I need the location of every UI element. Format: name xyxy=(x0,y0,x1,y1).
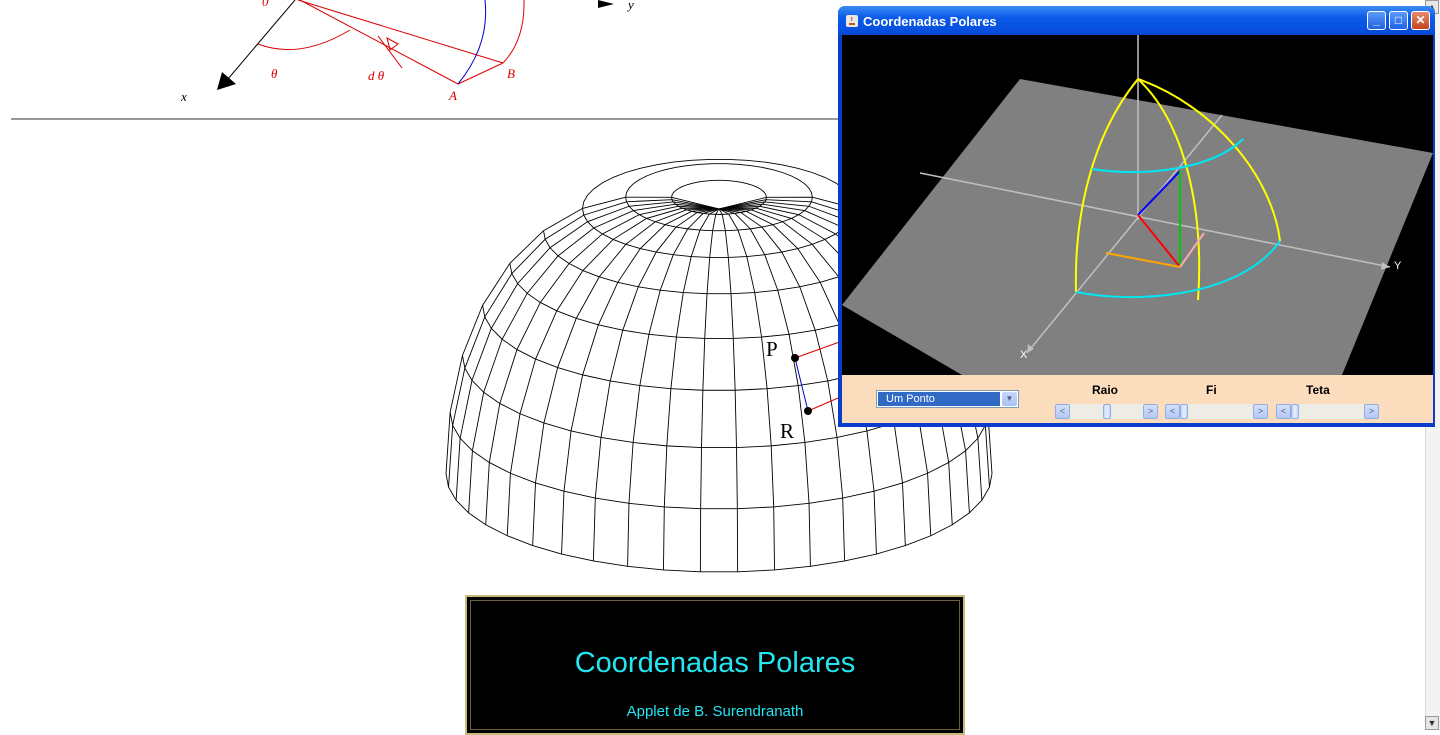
slider-teta[interactable]: < > xyxy=(1276,404,1379,419)
hemisphere-meridian xyxy=(718,208,811,567)
banner-subtitle: Applet de B. Surendranath xyxy=(626,703,804,720)
point-r xyxy=(804,407,812,415)
scroll-left-icon[interactable]: < xyxy=(1165,404,1180,419)
scroll-left-icon[interactable]: < xyxy=(1055,404,1070,419)
hemisphere-parallel xyxy=(671,197,767,215)
hemisphere-meridian xyxy=(592,208,720,561)
mode-dropdown-value: Um Ponto xyxy=(878,392,1000,406)
banner-title: Coordenadas Polares xyxy=(574,647,856,679)
java-applet-window: Coordenadas Polares _ □ ✕ Y X Um Ponto ▼… xyxy=(838,6,1435,427)
slider-thumb[interactable] xyxy=(1102,404,1111,419)
hemisphere-meridian xyxy=(448,199,720,488)
minimize-icon[interactable]: _ xyxy=(1367,11,1386,30)
slider-thumb[interactable] xyxy=(1180,404,1188,419)
java-cup-icon xyxy=(846,15,858,27)
hemisphere-meridian xyxy=(506,207,720,536)
hemisphere-parallel xyxy=(445,473,993,573)
slider-fi[interactable]: < > xyxy=(1165,404,1268,419)
hemisphere-meridian xyxy=(445,196,720,474)
slider-thumb[interactable] xyxy=(1291,404,1299,419)
hemisphere-back-parallel xyxy=(671,179,767,198)
axis-label-y: Y xyxy=(1394,260,1402,272)
polar-3d-canvas[interactable]: Y X xyxy=(842,35,1433,375)
scroll-right-icon[interactable]: > xyxy=(1143,404,1158,419)
slider-label-teta: Teta xyxy=(1306,383,1330,397)
scroll-right-icon[interactable]: > xyxy=(1364,404,1379,419)
axis-label-x: X xyxy=(1020,349,1028,361)
mode-dropdown[interactable]: Um Ponto ▼ xyxy=(876,390,1019,408)
label-p: P xyxy=(766,337,778,361)
scroll-left-icon[interactable]: < xyxy=(1276,404,1291,419)
applet-banner: Coordenadas Polares Applet de B. Surendr… xyxy=(465,595,965,735)
control-panel: Um Ponto ▼ Raio < > Fi < > Teta < > xyxy=(842,375,1433,423)
slider-label-fi: Fi xyxy=(1206,383,1217,397)
window-titlebar[interactable]: Coordenadas Polares _ □ ✕ xyxy=(838,6,1435,36)
scroll-down-arrow-icon[interactable]: ▼ xyxy=(1425,716,1439,730)
window-title: Coordenadas Polares xyxy=(863,14,997,29)
label-r: R xyxy=(780,419,794,443)
maximize-icon[interactable]: □ xyxy=(1389,11,1408,30)
dropdown-arrow-icon[interactable]: ▼ xyxy=(1002,392,1017,406)
point-p xyxy=(791,354,799,362)
hemisphere-meridian xyxy=(718,208,846,561)
hemisphere-meridian xyxy=(468,203,720,513)
close-icon[interactable]: ✕ xyxy=(1411,11,1430,30)
scroll-right-icon[interactable]: > xyxy=(1253,404,1268,419)
slider-label-raio: Raio xyxy=(1092,383,1119,397)
hemisphere-back-parallel xyxy=(582,158,856,209)
slider-raio[interactable]: < > xyxy=(1055,404,1158,419)
hemisphere-meridian xyxy=(627,208,720,567)
